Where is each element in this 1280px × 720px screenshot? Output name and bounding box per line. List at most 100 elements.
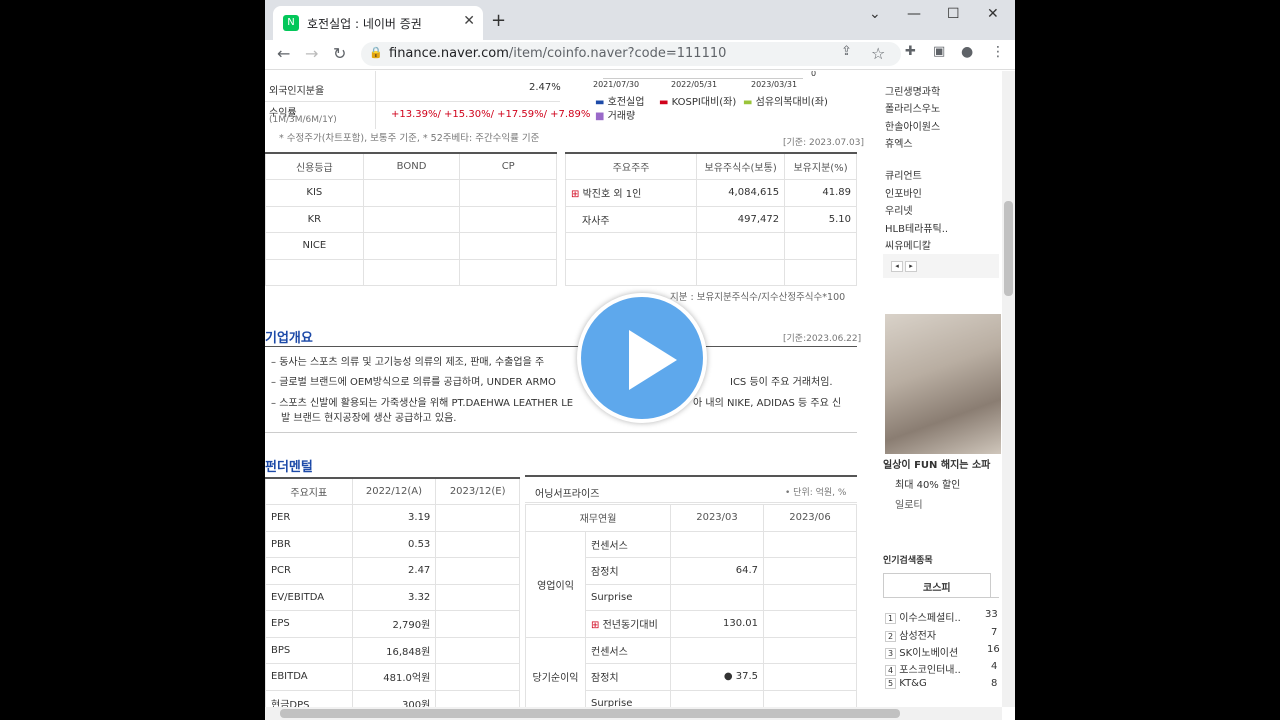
- back-button[interactable]: ←: [277, 44, 290, 63]
- earnings-unit: • 단위: 억원, %: [785, 488, 847, 498]
- foreign-ratio-value: 2.47%: [529, 82, 561, 93]
- play-button[interactable]: [577, 293, 707, 423]
- extensions-icon[interactable]: ✚: [905, 44, 916, 59]
- legend-item: ▬ KOSPI대비(좌): [659, 97, 737, 108]
- overview-title: 기업개요: [265, 331, 313, 346]
- side-panel-icon[interactable]: ▣: [933, 44, 945, 59]
- popular-value: 7: [991, 627, 998, 638]
- table-header: 신용등급: [265, 152, 364, 180]
- divider: [375, 71, 376, 129]
- ad-title[interactable]: 일상이 FUN 해지는 소파: [883, 456, 990, 471]
- table-row: 자사주 497,472 5.10: [564, 205, 857, 233]
- prev-arrow-icon[interactable]: ◂: [891, 261, 903, 272]
- sidebar-stock-link[interactable]: 씨유메디칼: [885, 237, 931, 252]
- bookmark-star-icon[interactable]: ☆: [871, 44, 885, 63]
- popular-item[interactable]: 2 삼성전자: [885, 627, 936, 642]
- browser-toolbar: ← → ↻ 🔒 finance.naver.com/item/coinfo.na…: [265, 40, 1015, 70]
- scrollbar-thumb[interactable]: [1004, 201, 1013, 296]
- mini-chart-axis: [603, 71, 803, 79]
- sidebar-stock-link[interactable]: HLB테라퓨틱..: [885, 220, 948, 235]
- expand-plus-icon[interactable]: ⊞: [571, 189, 579, 200]
- tab-close-icon[interactable]: ✕: [463, 13, 475, 29]
- holders-date: [기준: 2023.07.03]: [783, 138, 865, 148]
- sidebar-stock-link[interactable]: 큐리언트: [885, 167, 922, 182]
- return-period: (1M/3M/6M/1Y): [269, 115, 337, 125]
- sidebar-stock-link[interactable]: 휴엑스: [885, 135, 913, 150]
- popular-item[interactable]: 1 이수스페셜티..: [885, 609, 961, 624]
- chart-zero: 0: [811, 71, 817, 78]
- sidebar-stock-link[interactable]: 폴라리스우노: [885, 100, 940, 115]
- table-header: BOND: [362, 152, 461, 180]
- table-row: 영업이익 컨센서스: [525, 530, 857, 638]
- table-header: 주요주주: [564, 152, 698, 180]
- table-row: EV/EBITDA 3.32: [265, 583, 520, 611]
- menu-kebab-icon[interactable]: ⋮: [991, 44, 1005, 60]
- popular-value: 33: [985, 609, 998, 620]
- forward-button[interactable]: →: [305, 44, 318, 63]
- table-row: 당기순이익 컨센서스: [525, 636, 857, 717]
- profile-avatar-icon[interactable]: ●: [961, 44, 973, 60]
- chevron-down-icon[interactable]: ⌄: [869, 6, 881, 22]
- table-header: 보유주식수(보통): [696, 152, 786, 180]
- address-bar[interactable]: 🔒 finance.naver.com/item/coinfo.naver?co…: [361, 42, 901, 66]
- fundamental-table: 주요지표 2022/12(A) 2023/12(E) PER 3.19 PBR 0.…: [265, 477, 520, 717]
- overview-line-tail: 아 내의 NIKE, ADIDAS 등 주요 신: [693, 398, 842, 409]
- close-window-button[interactable]: ✕: [987, 6, 999, 22]
- sidebar-stock-link[interactable]: 한솔아이원스: [885, 118, 940, 133]
- table-row: PBR 0.53: [265, 530, 520, 558]
- table-row: [564, 258, 857, 286]
- table-header: 보유지분(%): [784, 152, 857, 180]
- overview-line-cont: 발 브랜드 현지공장에 생산 공급하고 있음.: [281, 413, 457, 424]
- table-header: 주요지표: [265, 477, 353, 505]
- ad-sofa-image[interactable]: [885, 314, 1001, 454]
- divider: [265, 346, 857, 347]
- divider: [265, 101, 560, 102]
- legend-item: ▬ 섬유의복대비(좌): [743, 97, 828, 108]
- table-header: 2023/06: [763, 504, 857, 532]
- table-row: PCR 2.47: [265, 557, 520, 585]
- popular-item[interactable]: 3 SK이노베이션: [885, 644, 958, 659]
- overview-date: [기준:2023.06.22]: [783, 334, 862, 344]
- lock-icon[interactable]: 🔒: [369, 46, 383, 59]
- share-icon[interactable]: ⇪: [841, 44, 852, 59]
- vertical-scrollbar[interactable]: [1002, 71, 1015, 707]
- overview-line: – 동사는 스포츠 의류 및 고기능성 의류의 제조, 판매, 수출업을 주: [271, 357, 545, 368]
- minimize-button[interactable]: —: [907, 6, 921, 22]
- expand-plus-icon[interactable]: ⊞: [591, 620, 599, 631]
- note-text: * 수정주가(차트포함), 보통주 기준, * 52주베타: 주간수익률 기준: [279, 133, 540, 144]
- table-header: 재무연월: [525, 504, 671, 532]
- popular-value: 8: [991, 678, 998, 689]
- overview-line: – 글로벌 브랜드에 OEM방식으로 의류를 공급하며, UNDER ARMO: [271, 377, 556, 388]
- browser-tab[interactable]: N 호전실업 : 네이버 증권 ✕: [273, 6, 483, 40]
- sidebar-stock-link[interactable]: 인포바인: [885, 185, 922, 200]
- earnings-table: 재무연월 2023/03 2023/06 영업이익 컨센서스 잠정치 64.7 S…: [525, 504, 857, 717]
- earnings-title: 어닝서프라이즈: [535, 489, 600, 500]
- chart-date-1: 2021/07/30: [593, 80, 640, 89]
- hscrollbar-thumb[interactable]: [280, 709, 900, 718]
- url-host: finance.naver.com: [389, 46, 509, 61]
- tab-title: 호전실업 : 네이버 증권: [307, 17, 422, 31]
- table-row: ⊞ 박진호 외 1인 4,084,615 41.89: [564, 179, 857, 207]
- popular-item[interactable]: 5 KT&G: [885, 678, 927, 689]
- sidebar-stock-link[interactable]: 우리넷: [885, 202, 913, 217]
- next-arrow-icon[interactable]: ▸: [905, 261, 917, 272]
- table-row: EBITDA 481.0억원: [265, 663, 520, 691]
- url-path: /item/coinfo.naver?code=111110: [508, 46, 727, 61]
- tab-bar: N 호전실업 : 네이버 증권 ✕ + ⌄ — ☐ ✕: [265, 0, 1015, 40]
- popular-value: 16: [987, 644, 1000, 655]
- fundamental-title: 펀더멘털: [265, 460, 313, 475]
- table-row: EPS 2,790원: [265, 610, 520, 638]
- play-icon: [629, 330, 677, 390]
- new-tab-button[interactable]: +: [491, 10, 506, 31]
- naver-favicon-icon: N: [283, 15, 299, 31]
- ad-brand: 일로티: [895, 500, 923, 511]
- reload-button[interactable]: ↻: [333, 44, 346, 63]
- table-row: BPS 16,848원: [265, 636, 520, 664]
- chart-date-2: 2022/05/31: [671, 80, 718, 89]
- overview-line: – 스포츠 신발에 활용되는 가죽생산을 위해 PT.DAEHWA LEATHE…: [271, 398, 574, 409]
- maximize-button[interactable]: ☐: [947, 6, 960, 22]
- sidebar-stock-link[interactable]: 그린생명과학: [885, 83, 940, 98]
- divider: [265, 432, 857, 433]
- popular-item[interactable]: 4 포스코인터내..: [885, 661, 961, 676]
- holders-table: 주요주주 보유주식수(보통) 보유지분(%) ⊞ 박진호 외 1인 4,084,…: [564, 152, 857, 286]
